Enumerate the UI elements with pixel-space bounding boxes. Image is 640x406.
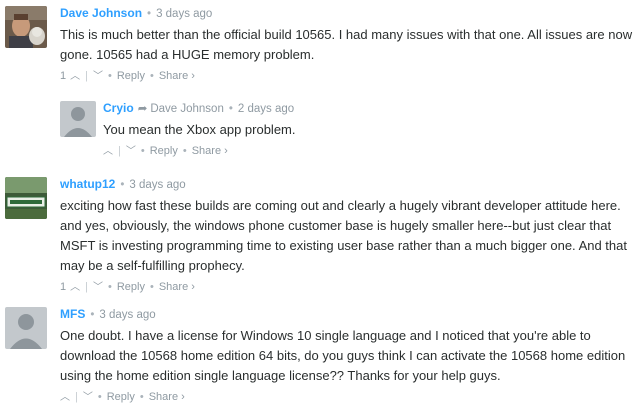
- avatar[interactable]: [5, 177, 47, 219]
- separator-dot: •: [139, 391, 144, 403]
- avatar-photo-icon: [5, 177, 47, 219]
- vote-count: 1: [60, 281, 67, 293]
- separator-dot: •: [228, 103, 233, 115]
- default-avatar-icon: [5, 307, 47, 349]
- separator-dot: •: [149, 70, 154, 82]
- reply-button[interactable]: Reply: [117, 70, 145, 82]
- separator-dot: •: [140, 145, 145, 157]
- separator-dot: •: [182, 145, 187, 157]
- divider: |: [118, 145, 121, 157]
- separator-dot: •: [149, 281, 154, 293]
- comment-meta: MFS • 3 days ago: [60, 306, 635, 323]
- comment-time[interactable]: 3 days ago: [99, 309, 155, 321]
- comment-meta: Cryio ➦ Dave Johnson • 2 days ago: [103, 100, 633, 117]
- divider: |: [85, 70, 88, 82]
- comment-author[interactable]: whatup12: [60, 177, 115, 191]
- comment-text: You mean the Xbox app problem.: [103, 122, 296, 137]
- share-button[interactable]: Share ›: [192, 145, 228, 157]
- comment-time[interactable]: 3 days ago: [156, 8, 212, 20]
- avatar[interactable]: [60, 101, 96, 137]
- comment-text: One doubt. I have a license for Windows …: [60, 328, 626, 383]
- comment-time[interactable]: 3 days ago: [129, 179, 185, 191]
- separator-dot: •: [147, 8, 152, 20]
- share-button[interactable]: Share ›: [159, 281, 195, 293]
- chevron-up-icon[interactable]: ︿: [103, 146, 113, 157]
- comment-actions: 1 ︿ | ﹀ • Reply • Share ›: [60, 68, 635, 85]
- comment-meta: whatup12 • 3 days ago: [60, 176, 635, 193]
- chevron-up-icon[interactable]: ︿: [70, 282, 80, 293]
- comment-author[interactable]: Dave Johnson: [60, 6, 142, 20]
- chevron-up-icon[interactable]: ︿: [60, 392, 70, 403]
- chevron-down-icon[interactable]: ﹀: [83, 392, 93, 403]
- reply-button[interactable]: Reply: [117, 281, 145, 293]
- comment-actions: ︿ | ﹀ • Reply • Share ›: [60, 389, 635, 406]
- comment-actions: 1 ︿ | ﹀ • Reply • Share ›: [60, 279, 635, 296]
- share-button[interactable]: Share ›: [149, 391, 185, 403]
- separator-dot: •: [107, 70, 112, 82]
- separator-dot: •: [90, 309, 95, 321]
- default-avatar-icon: [60, 101, 96, 137]
- comment-author[interactable]: Cryio: [103, 101, 134, 115]
- chevron-down-icon[interactable]: ﹀: [93, 282, 103, 293]
- avatar[interactable]: [5, 307, 47, 349]
- reply-arrow-icon: ➦: [137, 103, 148, 115]
- avatar-photo-icon: [5, 6, 47, 48]
- comment-time[interactable]: 2 days ago: [238, 103, 294, 115]
- comment-text: This is much better than the official bu…: [60, 27, 633, 62]
- separator-dot: •: [97, 391, 102, 403]
- chevron-down-icon[interactable]: ﹀: [126, 146, 136, 157]
- comment-text: exciting how fast these builds are comin…: [60, 198, 627, 273]
- parent-author[interactable]: Dave Johnson: [150, 103, 224, 115]
- divider: |: [85, 281, 88, 293]
- avatar[interactable]: [5, 6, 47, 48]
- chevron-up-icon[interactable]: ︿: [70, 71, 80, 82]
- comment-meta: Dave Johnson • 3 days ago: [60, 5, 635, 22]
- share-button[interactable]: Share ›: [159, 70, 195, 82]
- vote-count: 1: [60, 70, 67, 82]
- divider: |: [75, 391, 78, 403]
- separator-dot: •: [107, 281, 112, 293]
- reply-button[interactable]: Reply: [107, 391, 135, 403]
- comment-author[interactable]: MFS: [60, 307, 85, 321]
- reply-button[interactable]: Reply: [150, 145, 178, 157]
- chevron-down-icon[interactable]: ﹀: [93, 71, 103, 82]
- separator-dot: •: [120, 179, 125, 191]
- comment-actions: ︿ | ﹀ • Reply • Share ›: [103, 143, 633, 160]
